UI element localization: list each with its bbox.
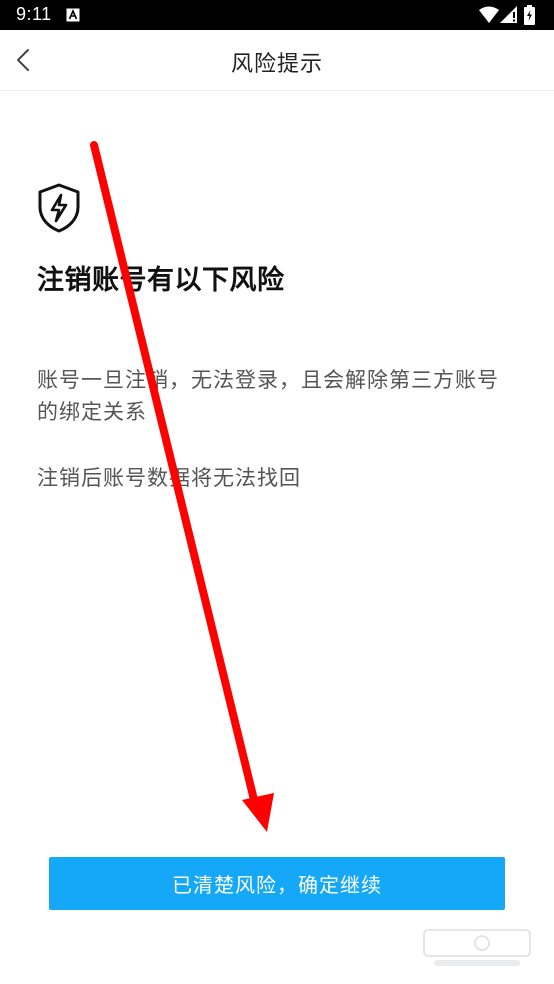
status-bar: 9:11 — [0, 0, 554, 30]
page-title: 风险提示 — [230, 52, 323, 77]
risk-heading: 注销账号有以下风险 — [37, 265, 285, 296]
shield-lightning-icon — [38, 183, 80, 233]
app-bar: 风险提示 — [0, 30, 554, 91]
watermark-logo — [423, 929, 531, 966]
wifi-icon — [479, 6, 499, 23]
risk-item: 账号一旦注销，无法登录，且会解除第三方账号的绑定关系 — [37, 368, 499, 424]
risk-item: 注销后账号数据将无法找回 — [37, 466, 301, 490]
signal-icon — [500, 6, 517, 23]
confirm-continue-button[interactable]: 已清楚风险，确定继续 — [49, 857, 505, 910]
status-time: 9:11 — [16, 4, 52, 24]
battery-icon — [524, 5, 535, 25]
notification-a-icon — [66, 8, 80, 22]
